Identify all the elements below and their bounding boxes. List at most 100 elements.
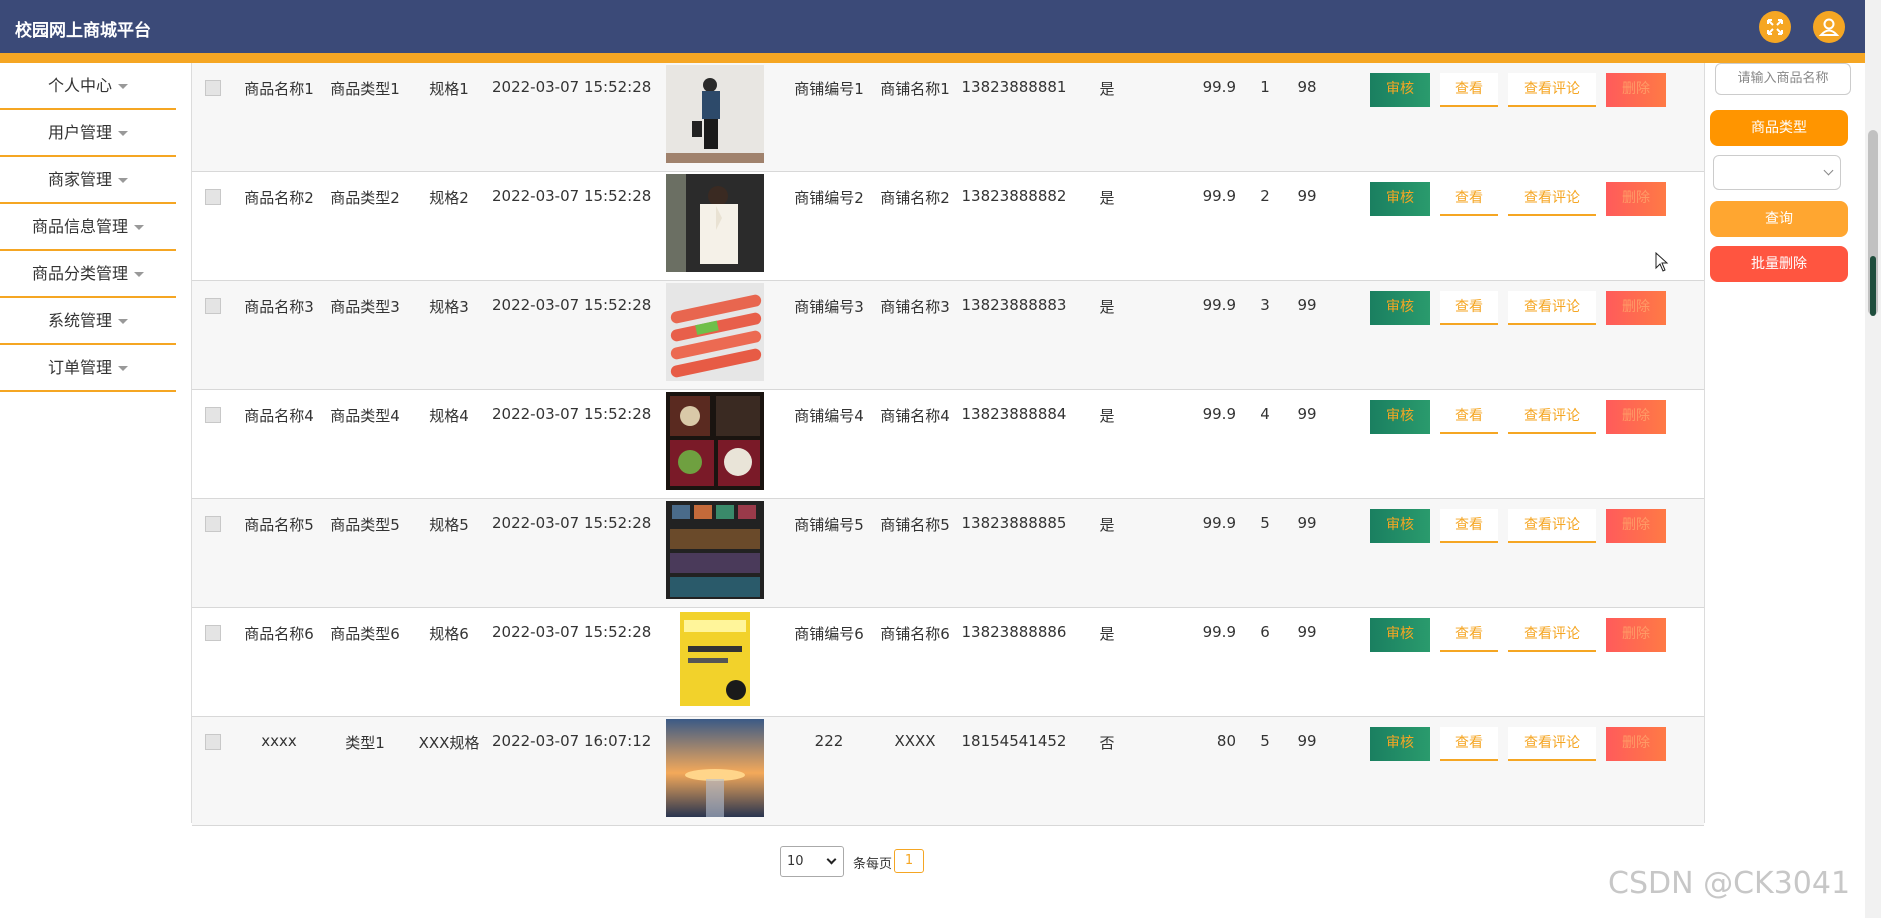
- delete-button[interactable]: 删除: [1606, 73, 1666, 107]
- cell-spec: 规格3: [429, 298, 469, 316]
- audit-button[interactable]: 审核: [1370, 727, 1430, 761]
- sidebar-item-label: 商品信息管理: [31, 217, 128, 236]
- cell-stock: 99: [1297, 514, 1317, 532]
- app-title: 校园网上商城平台: [15, 21, 151, 41]
- cell-count: 4: [1260, 405, 1270, 423]
- cell-spec: 规格6: [429, 625, 469, 643]
- sidebar-item[interactable]: 商品信息管理: [0, 204, 176, 251]
- view-reviews-button[interactable]: 查看评论: [1508, 73, 1596, 107]
- view-button[interactable]: 查看: [1440, 727, 1498, 761]
- audit-button[interactable]: 审核: [1370, 291, 1430, 325]
- cell-shop-no: 222: [814, 732, 844, 750]
- page-size-select[interactable]: 10: [780, 846, 844, 877]
- caret-down-icon: [134, 225, 144, 230]
- product-type-button[interactable]: 商品类型: [1710, 110, 1848, 146]
- delete-button[interactable]: 删除: [1606, 509, 1666, 543]
- product-type-select[interactable]: [1713, 155, 1841, 190]
- cell-shop-name: 商铺名称6: [880, 625, 950, 643]
- product-image: [666, 719, 764, 817]
- cell-shop-name: XXXX: [894, 732, 936, 750]
- cell-phone: 18154541452: [961, 732, 1067, 750]
- caret-down-icon: [134, 272, 144, 277]
- view-button[interactable]: 查看: [1440, 182, 1498, 216]
- row-checkbox[interactable]: [205, 516, 221, 532]
- row-checkbox[interactable]: [205, 80, 221, 96]
- delete-button[interactable]: 删除: [1606, 400, 1666, 434]
- row-checkbox[interactable]: [205, 407, 221, 423]
- view-button[interactable]: 查看: [1440, 618, 1498, 652]
- caret-down-icon: [118, 131, 128, 136]
- page-scrollbar[interactable]: [1865, 0, 1881, 918]
- view-reviews-button[interactable]: 查看评论: [1508, 182, 1596, 216]
- view-reviews-button[interactable]: 查看评论: [1508, 727, 1596, 761]
- cell-spec: 规格4: [429, 407, 469, 425]
- batch-delete-button[interactable]: 批量删除: [1710, 246, 1848, 282]
- row-checkbox[interactable]: [205, 189, 221, 205]
- sidebar-item[interactable]: 商品分类管理: [0, 251, 176, 298]
- audit-button[interactable]: 审核: [1370, 73, 1430, 107]
- cell-phone: 13823888885: [961, 514, 1067, 532]
- cell-flag: 否: [1099, 734, 1115, 752]
- table-row: 商品名称1 商品类型1 规格1 2022-03-07 15:52:28 商铺编号1 商铺名…: [192, 63, 1704, 172]
- cell-product-type: 商品类型4: [330, 407, 400, 425]
- audit-button[interactable]: 审核: [1370, 182, 1430, 216]
- sidebar-item[interactable]: 系统管理: [0, 298, 176, 345]
- sidebar-item-label: 商家管理: [47, 170, 112, 189]
- cell-spec: 规格2: [429, 189, 469, 207]
- delete-button[interactable]: 删除: [1606, 182, 1666, 216]
- audit-button[interactable]: 审核: [1370, 618, 1430, 652]
- cell-product-type: 商品类型1: [330, 80, 400, 98]
- sidebar-item[interactable]: 用户管理: [0, 110, 176, 157]
- row-checkbox[interactable]: [205, 734, 221, 750]
- product-image: [666, 610, 764, 708]
- table-row: 商品名称2 商品类型2 规格2 2022-03-07 15:52:28 商铺编号2 商铺名…: [192, 172, 1704, 281]
- chevron-down-icon: [826, 854, 837, 865]
- view-button[interactable]: 查看: [1440, 291, 1498, 325]
- table-row: xxxx 类型1 XXX规格 2022-03-07 16:07:12 222 XXXX 18…: [192, 717, 1704, 826]
- user-glyph: [1818, 18, 1840, 36]
- view-button[interactable]: 查看: [1440, 73, 1498, 107]
- cell-phone: 13823888884: [961, 405, 1067, 423]
- cell-shop-name: 商铺名称5: [880, 516, 950, 534]
- cell-price: 99.9: [1202, 296, 1236, 314]
- cell-flag: 是: [1099, 407, 1115, 425]
- cell-spec: 规格1: [429, 80, 469, 98]
- sidebar-item-label: 用户管理: [47, 123, 112, 142]
- cell-created-time: 2022-03-07 15:52:28: [492, 514, 652, 532]
- view-button[interactable]: 查看: [1440, 400, 1498, 434]
- row-checkbox[interactable]: [205, 298, 221, 314]
- caret-down-icon: [118, 178, 128, 183]
- cell-created-time: 2022-03-07 16:07:12: [492, 732, 652, 750]
- per-page-label: 条每页: [853, 857, 893, 872]
- view-reviews-button[interactable]: 查看评论: [1508, 291, 1596, 325]
- sidebar-item[interactable]: 个人中心: [0, 63, 176, 110]
- view-reviews-button[interactable]: 查看评论: [1508, 618, 1596, 652]
- cell-stock: 99: [1297, 405, 1317, 423]
- view-button[interactable]: 查看: [1440, 509, 1498, 543]
- audit-button[interactable]: 审核: [1370, 400, 1430, 434]
- row-checkbox[interactable]: [205, 625, 221, 641]
- page-number-current[interactable]: 1: [894, 849, 924, 873]
- sidebar-item[interactable]: 订单管理: [0, 345, 176, 392]
- delete-button[interactable]: 删除: [1606, 618, 1666, 652]
- view-reviews-button[interactable]: 查看评论: [1508, 509, 1596, 543]
- sidebar-item-label: 商品分类管理: [31, 264, 128, 283]
- cell-phone: 13823888881: [961, 78, 1067, 96]
- sidebar-item-label: 订单管理: [47, 358, 112, 377]
- cell-flag: 是: [1099, 298, 1115, 316]
- view-reviews-button[interactable]: 查看评论: [1508, 400, 1596, 434]
- fullscreen-icon[interactable]: [1759, 11, 1791, 43]
- delete-button[interactable]: 删除: [1606, 727, 1666, 761]
- search-input[interactable]: 请输入商品名称: [1715, 63, 1851, 95]
- user-avatar-icon[interactable]: [1813, 11, 1845, 43]
- delete-button[interactable]: 删除: [1606, 291, 1666, 325]
- cell-shop-no: 商铺编号5: [794, 516, 864, 534]
- cell-count: 5: [1260, 514, 1270, 532]
- sidebar-item[interactable]: 商家管理: [0, 157, 176, 204]
- cell-shop-name: 商铺名称1: [880, 80, 950, 98]
- cell-product-type: 商品类型3: [330, 298, 400, 316]
- cell-flag: 是: [1099, 80, 1115, 98]
- audit-button[interactable]: 审核: [1370, 509, 1430, 543]
- cell-product-name: xxxx: [261, 732, 297, 750]
- query-button[interactable]: 查询: [1710, 201, 1848, 237]
